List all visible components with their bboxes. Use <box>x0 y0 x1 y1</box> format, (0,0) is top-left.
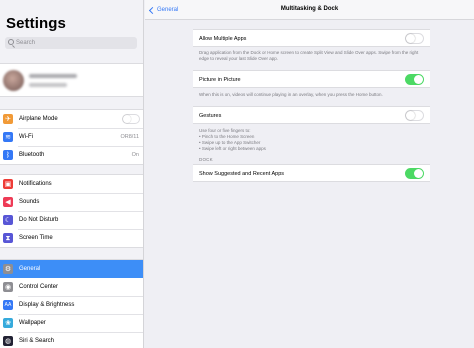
sidebar-item-label: Wi-Fi <box>19 134 33 140</box>
show-suggested-recent-apps-toggle[interactable] <box>405 168 424 179</box>
sounds-icon: ◀ <box>3 197 13 207</box>
sidebar-item-airplane-mode[interactable]: ✈ Airplane Mode <box>0 110 143 128</box>
moon-icon: ☾ <box>3 215 13 225</box>
sidebar-item-label: Airplane Mode <box>19 116 58 122</box>
sidebar-item-general[interactable]: ⚙ General <box>0 260 143 278</box>
sidebar-item-wifi[interactable]: ≋ Wi-Fi OR8/11 <box>0 128 143 146</box>
airplane-mode-toggle[interactable] <box>122 114 140 124</box>
allow-multiple-apps-label: Allow Multiple Apps <box>199 36 247 42</box>
avatar <box>3 70 24 91</box>
connectivity-group: ✈ Airplane Mode ≋ Wi-Fi OR8/11 ᛒ Bluetoo… <box>0 109 143 165</box>
picture-in-picture-footer: When this is on, videos will continue pl… <box>199 92 383 97</box>
bluetooth-status-value: On <box>131 152 139 158</box>
sidebar-item-bluetooth[interactable]: ᛒ Bluetooth On <box>0 146 143 164</box>
notifications-icon: ▣ <box>3 179 13 189</box>
control-center-icon: ◉ <box>3 282 13 292</box>
show-suggested-recent-apps-label: Show Suggested and Recent Apps <box>199 171 285 177</box>
chevron-left-icon <box>148 6 157 14</box>
wifi-icon: ≋ <box>3 132 13 142</box>
gestures-toggle[interactable] <box>405 110 424 121</box>
gestures-label: Gestures <box>199 113 222 119</box>
sidebar-item-label: General <box>19 266 41 272</box>
siri-icon: ◍ <box>3 336 13 346</box>
dock-section-header: DOCK <box>199 157 213 162</box>
blurred-subtitle <box>29 83 67 87</box>
settings-sidebar: Settings Search ✈ Airplane Mode ≋ Wi-Fi … <box>0 0 144 348</box>
detail-pane: Multitasking & Dock General Allow Multip… <box>145 0 474 348</box>
sidebar-item-label: Wallpaper <box>19 320 46 326</box>
sidebar-item-siri-search[interactable]: ◍ Siri & Search <box>0 332 143 348</box>
blurred-name <box>29 74 77 78</box>
sidebar-item-label: Notifications <box>19 181 52 187</box>
page-title: Multitasking & Dock <box>280 6 339 12</box>
picture-in-picture-row[interactable]: Picture in Picture <box>193 70 430 88</box>
sidebar-item-label: Display & Brightness <box>19 302 75 308</box>
sidebar-item-sounds[interactable]: ◀ Sounds <box>0 193 143 211</box>
sidebar-item-control-center[interactable]: ◉ Control Center <box>0 278 143 296</box>
show-suggested-recent-apps-row[interactable]: Show Suggested and Recent Apps <box>193 164 430 182</box>
bluetooth-icon: ᛒ <box>3 150 13 160</box>
search-field[interactable]: Search <box>5 37 137 49</box>
gear-icon: ⚙ <box>3 264 13 274</box>
allow-multiple-apps-toggle[interactable] <box>405 33 424 44</box>
gestures-footer-line: • Swipe left or right between apps <box>199 146 266 151</box>
display-icon: AA <box>3 300 13 310</box>
gestures-footer: Use four or five fingers to: • Pinch to … <box>199 128 425 152</box>
sidebar-item-label: Bluetooth <box>19 152 45 158</box>
sidebar-item-wallpaper[interactable]: ❀ Wallpaper <box>0 314 143 332</box>
airplane-icon: ✈ <box>3 114 13 124</box>
navigation-bar: Multitasking & Dock General <box>145 0 474 20</box>
search-placeholder: Search <box>16 40 36 46</box>
sidebar-item-label: Screen Time <box>19 235 53 241</box>
back-button[interactable]: General <box>148 0 178 20</box>
allow-multiple-apps-footer: Drag application from the Dock or Home s… <box>199 50 419 61</box>
sidebar-item-do-not-disturb[interactable]: ☾ Do Not Disturb <box>0 211 143 229</box>
general-group: ⚙ General ◉ Control Center AA Display & … <box>0 259 143 348</box>
allow-multiple-apps-row[interactable]: Allow Multiple Apps <box>193 29 430 47</box>
back-button-label: General <box>157 7 179 13</box>
sidebar-item-notifications[interactable]: ▣ Notifications <box>0 175 143 193</box>
wifi-network-value: OR8/11 <box>120 134 139 140</box>
sidebar-item-label: Do Not Disturb <box>19 217 59 223</box>
sidebar-item-label: Control Center <box>19 284 59 290</box>
notifications-group: ▣ Notifications ◀ Sounds ☾ Do Not Distur… <box>0 174 143 248</box>
search-icon <box>8 39 14 45</box>
hourglass-icon: ⧗ <box>3 233 13 243</box>
sidebar-item-screen-time[interactable]: ⧗ Screen Time <box>0 229 143 247</box>
apple-id-profile[interactable] <box>0 63 143 97</box>
picture-in-picture-toggle[interactable] <box>405 74 424 85</box>
sidebar-title: Settings <box>6 15 66 32</box>
picture-in-picture-label: Picture in Picture <box>199 77 241 83</box>
gestures-row[interactable]: Gestures <box>193 106 430 124</box>
sidebar-item-label: Sounds <box>19 199 40 205</box>
wallpaper-icon: ❀ <box>3 318 13 328</box>
sidebar-item-display-brightness[interactable]: AA Display & Brightness <box>0 296 143 314</box>
sidebar-item-label: Siri & Search <box>19 338 55 344</box>
